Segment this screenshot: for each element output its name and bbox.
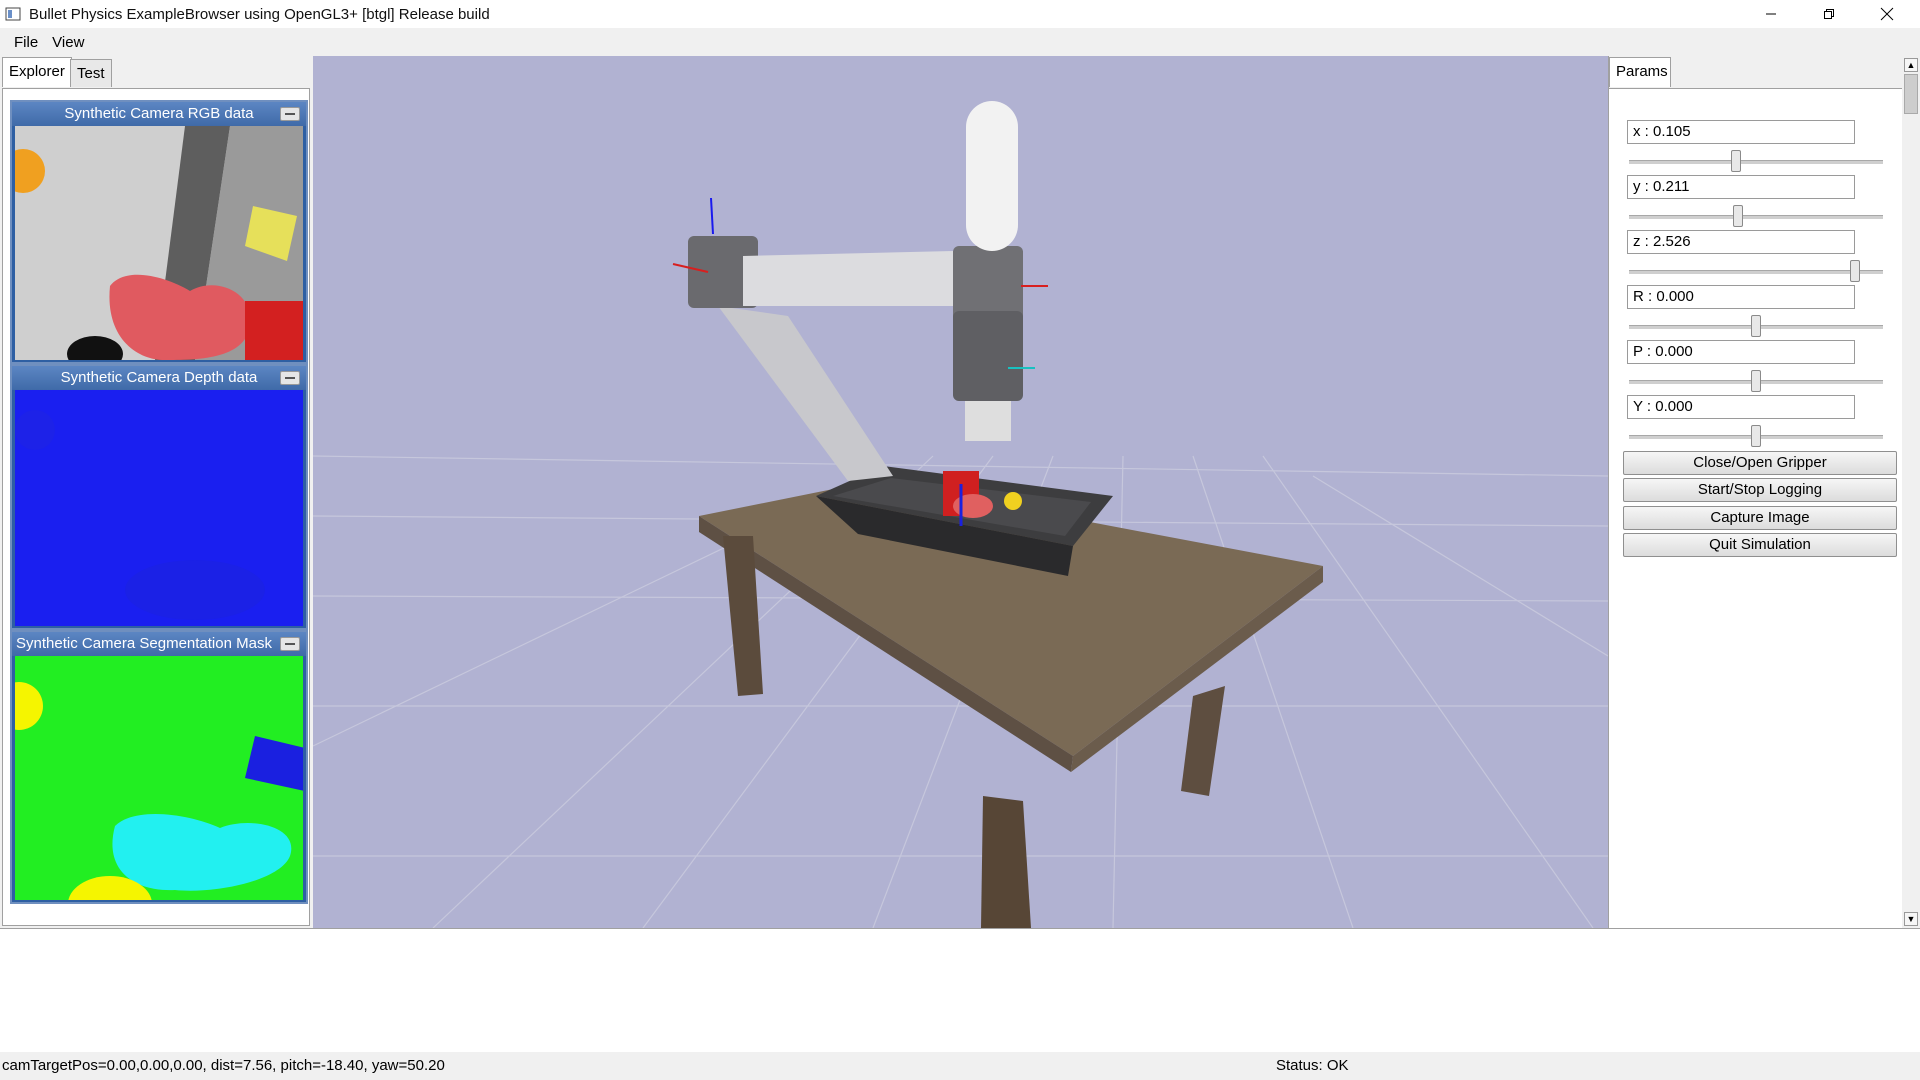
menu-file[interactable]: File — [0, 34, 46, 51]
param-r-field[interactable]: R : 0.000 — [1627, 285, 1855, 309]
param-x-slider-thumb[interactable] — [1730, 150, 1741, 172]
status-bar: camTargetPos=0.00,0.00,0.00, dist=7.56, … — [0, 1052, 1920, 1080]
param-yaw-slider-thumb[interactable] — [1751, 425, 1761, 447]
3d-viewport[interactable] — [313, 56, 1608, 928]
param-z-slider[interactable] — [1629, 260, 1883, 282]
close-button[interactable] — [1858, 0, 1916, 28]
tab-params[interactable]: Params — [1609, 57, 1671, 87]
segmentation-camera-title: Synthetic Camera Segmentation Mask — [16, 635, 272, 652]
minimize-icon — [1766, 13, 1776, 15]
quit-simulation-button[interactable]: Quit Simulation — [1623, 533, 1897, 557]
segmentation-camera-image — [15, 656, 303, 900]
explorer-panel: Explorer Test Synthetic Camera RGB data — [0, 56, 314, 928]
segmentation-camera-header[interactable]: Synthetic Camera Segmentation Mask — [12, 632, 306, 656]
maximize-button[interactable] — [1800, 0, 1858, 28]
param-z-field[interactable]: z : 2.526 — [1627, 230, 1855, 254]
depth-camera-header[interactable]: Synthetic Camera Depth data — [12, 366, 306, 390]
restore-icon — [1824, 9, 1834, 19]
title-bar: Bullet Physics ExampleBrowser using Open… — [0, 0, 1920, 28]
menu-view[interactable]: View — [46, 34, 92, 51]
menu-bar: File View — [0, 28, 1920, 56]
app-icon — [5, 7, 21, 21]
rgb-camera-title: Synthetic Camera RGB data — [64, 105, 254, 122]
tab-test[interactable]: Test — [70, 59, 112, 87]
segmentation-camera-window[interactable]: Synthetic Camera Segmentation Mask — [10, 630, 308, 904]
param-p-field[interactable]: P : 0.000 — [1627, 340, 1855, 364]
param-x-field[interactable]: x : 0.105 — [1627, 120, 1855, 144]
param-r-slider-thumb[interactable] — [1751, 315, 1761, 337]
params-scrollbar[interactable]: ▲ ▼ — [1902, 56, 1920, 928]
scroll-down-icon[interactable]: ▼ — [1904, 912, 1918, 926]
depth-camera-window[interactable]: Synthetic Camera Depth data — [10, 364, 308, 630]
param-yaw-slider[interactable] — [1629, 425, 1883, 447]
minimize-window-icon[interactable] — [280, 371, 300, 385]
param-p-slider[interactable] — [1629, 370, 1883, 392]
param-p-slider-thumb[interactable] — [1751, 370, 1761, 392]
param-x-slider[interactable] — [1629, 150, 1883, 172]
console-output[interactable] — [0, 928, 1920, 1054]
scene-render — [313, 56, 1608, 928]
depth-camera-image — [15, 390, 303, 626]
close-open-gripper-button[interactable]: Close/Open Gripper — [1623, 451, 1897, 475]
param-y-slider-thumb[interactable] — [1733, 205, 1744, 227]
status-text: Status: OK — [1276, 1057, 1349, 1074]
camera-status-text: camTargetPos=0.00,0.00,0.00, dist=7.56, … — [2, 1057, 445, 1074]
minimize-button[interactable] — [1742, 0, 1800, 28]
capture-image-button[interactable]: Capture Image — [1623, 506, 1897, 530]
params-panel: Params x : 0.105 y : 0.211 z : 2.526 R :… — [1608, 56, 1903, 929]
param-y-slider[interactable] — [1629, 205, 1883, 227]
param-yaw-field[interactable]: Y : 0.000 — [1627, 395, 1855, 419]
param-y-field[interactable]: y : 0.211 — [1627, 175, 1855, 199]
scroll-up-icon[interactable]: ▲ — [1904, 58, 1918, 72]
depth-camera-title: Synthetic Camera Depth data — [60, 369, 258, 386]
param-r-slider[interactable] — [1629, 315, 1883, 337]
minimize-window-icon[interactable] — [280, 637, 300, 651]
param-z-slider-thumb[interactable] — [1850, 260, 1861, 282]
start-stop-logging-button[interactable]: Start/Stop Logging — [1623, 478, 1897, 502]
rgb-camera-window[interactable]: Synthetic Camera RGB data — [10, 100, 308, 364]
minimize-window-icon[interactable] — [280, 107, 300, 121]
scrollbar-thumb[interactable] — [1904, 74, 1918, 114]
window-title: Bullet Physics ExampleBrowser using Open… — [29, 5, 490, 23]
tab-explorer[interactable]: Explorer — [2, 57, 72, 87]
close-icon — [1880, 7, 1894, 21]
rgb-camera-image — [15, 126, 303, 360]
rgb-camera-header[interactable]: Synthetic Camera RGB data — [12, 102, 306, 126]
